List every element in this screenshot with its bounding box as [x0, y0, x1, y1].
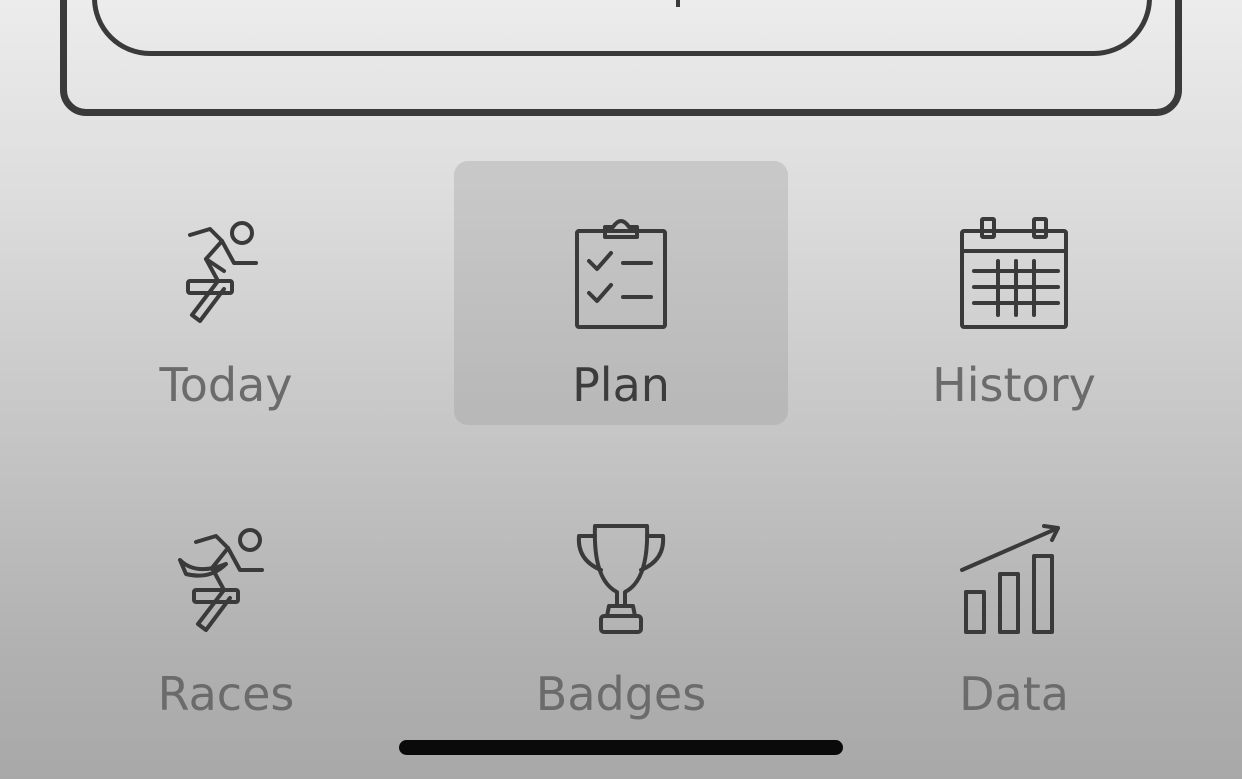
tile-label: Badges [535, 667, 707, 721]
tile-races[interactable]: Races [59, 470, 393, 734]
tile-data[interactable]: Data [847, 470, 1181, 734]
tile-label: Plan [572, 358, 670, 412]
tile-label: Races [157, 667, 295, 721]
home-indicator[interactable] [399, 740, 843, 755]
top-card-button[interactable] [92, 0, 1152, 56]
calendar-icon [960, 217, 1068, 329]
tile-badges[interactable]: Badges [454, 470, 788, 734]
bar-chart-trend-icon [960, 524, 1060, 634]
tile-label: Today [159, 358, 293, 412]
trophy-icon [576, 524, 666, 634]
tile-label: Data [959, 667, 1069, 721]
running-person-icon [186, 221, 258, 323]
top-card-button-glyph [676, 0, 680, 7]
tile-plan[interactable]: Plan [454, 161, 788, 425]
race-runner-icon [178, 528, 264, 632]
clipboard-checklist-icon [575, 219, 667, 329]
tile-today[interactable]: Today [59, 161, 393, 425]
tile-history[interactable]: History [847, 161, 1181, 425]
tile-label: History [932, 358, 1096, 412]
